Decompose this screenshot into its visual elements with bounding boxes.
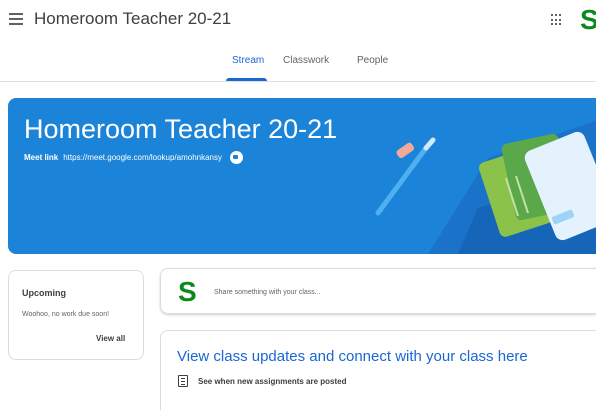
avatar: S [178,276,197,307]
upcoming-empty-text: Woohoo, no work due soon! [22,311,110,318]
tab-stream[interactable]: Stream [232,55,264,66]
video-camera-icon[interactable] [230,151,243,164]
updates-item: See when new assignments are posted [178,375,347,387]
share-placeholder[interactable]: Share something with your class... [214,289,321,296]
class-title[interactable]: Homeroom Teacher 20-21 [34,9,231,29]
share-composer[interactable]: S Share something with your class... [160,268,596,314]
meet-link-row: Meet link https://meet.google.com/lookup… [24,151,243,164]
updates-title: View class updates and connect with your… [177,348,528,365]
account-avatar[interactable]: S [580,4,596,36]
updates-item-text: See when new assignments are posted [198,376,347,386]
class-updates-card: View class updates and connect with your… [160,330,596,410]
tab-bar: Stream Classwork People [0,42,596,82]
upcoming-title: Upcoming [22,288,66,298]
assignment-icon [178,375,188,387]
meet-link-label: Meet link [24,153,59,162]
class-banner: Homeroom Teacher 20-21 Meet link https:/… [8,98,596,254]
tab-classwork[interactable]: Classwork [283,55,329,66]
pencil-tip-shape [423,137,436,151]
banner-illustration [375,120,596,254]
hamburger-menu-icon[interactable] [9,13,23,25]
eraser-shape [396,142,415,159]
active-tab-indicator [226,78,267,81]
view-all-link[interactable]: View all [96,334,125,343]
tab-people[interactable]: People [357,55,388,66]
top-app-bar: Homeroom Teacher 20-21 S [0,0,596,42]
apps-grid-icon[interactable] [551,14,563,26]
banner-title: Homeroom Teacher 20-21 [24,114,338,144]
meet-link-url[interactable]: https://meet.google.com/lookup/amohnkans… [63,153,222,162]
upcoming-card: Upcoming Woohoo, no work due soon! View … [8,270,144,360]
